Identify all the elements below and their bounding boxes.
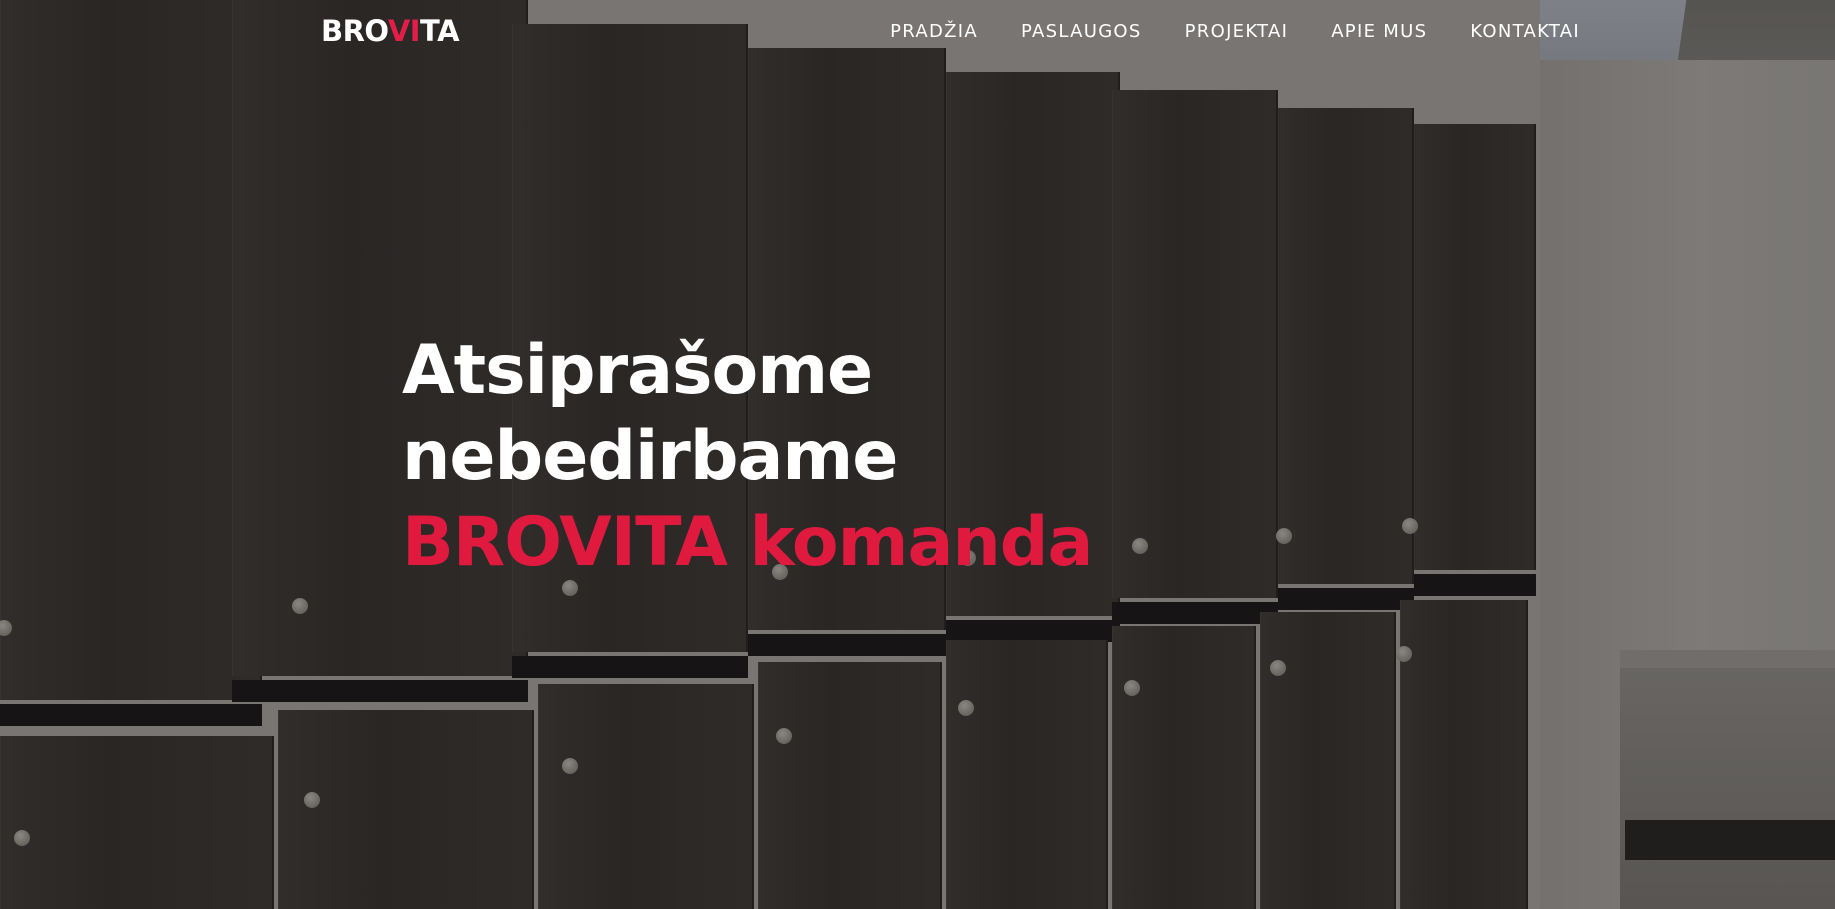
headline-line-2: nebedirbame xyxy=(402,417,898,496)
brand-logo[interactable]: BROVITA xyxy=(321,14,460,48)
nav-link-kontaktai[interactable]: KONTAKTAI xyxy=(1470,21,1580,42)
nav-link-pradzia[interactable]: PRADŽIA xyxy=(890,21,978,42)
nav-link-paslaugos[interactable]: PASLAUGOS xyxy=(1021,21,1142,42)
headline-line-3: BROVITA komanda xyxy=(402,503,1093,582)
headline-line-1: Atsiprašome xyxy=(402,331,873,410)
nav-link-apie-mus[interactable]: APIE MUS xyxy=(1331,21,1427,42)
logo-text-prefix: BRO xyxy=(321,14,388,48)
top-navigation: BROVITA PRADŽIA PASLAUGOS PROJEKTAI APIE… xyxy=(0,0,1835,64)
hero-headline: Atsiprašome nebedirbame BROVITA komanda xyxy=(402,328,1093,586)
main-menu: PRADŽIA PASLAUGOS PROJEKTAI APIE MUS KON… xyxy=(847,21,1580,42)
hero-section: BROVITA PRADŽIA PASLAUGOS PROJEKTAI APIE… xyxy=(0,0,1835,909)
nav-link-projektai[interactable]: PROJEKTAI xyxy=(1185,21,1289,42)
logo-text-accent: VI xyxy=(387,14,421,48)
logo-text-suffix: TA xyxy=(420,14,460,48)
